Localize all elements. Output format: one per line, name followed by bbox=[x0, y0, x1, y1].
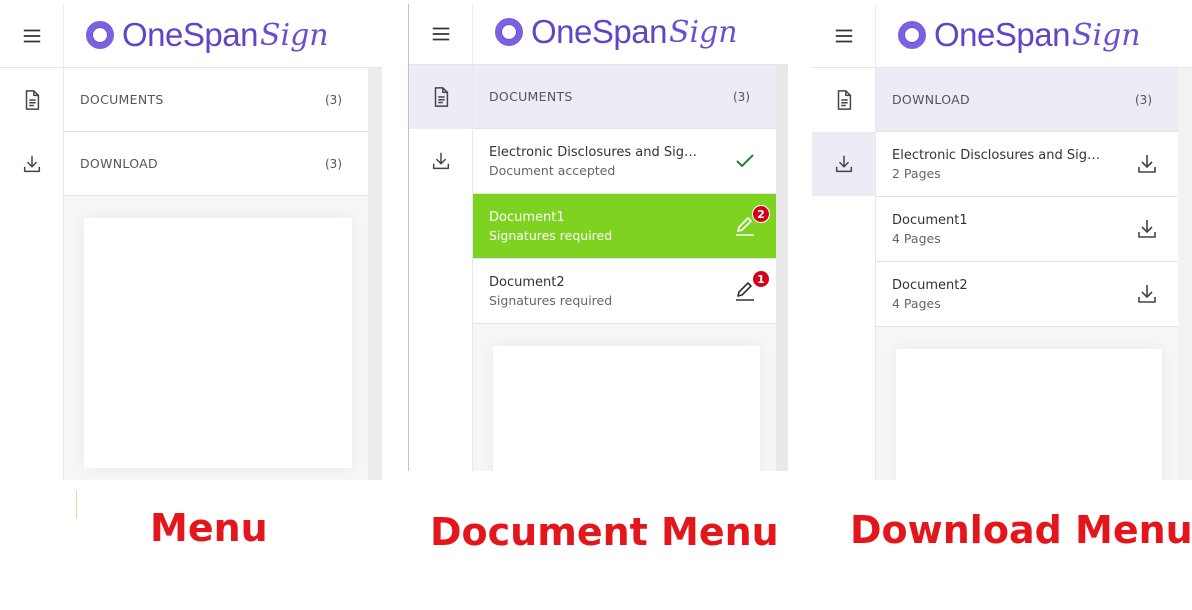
download-icon bbox=[432, 152, 449, 170]
document-name: Document1 bbox=[489, 209, 565, 225]
hamburger-button[interactable] bbox=[0, 4, 64, 67]
document-name: Document2 bbox=[892, 277, 968, 293]
app-header: OneSpan Sign bbox=[409, 4, 788, 65]
section-count: (3) bbox=[325, 92, 342, 107]
document-icon bbox=[434, 87, 448, 107]
hamburger-button[interactable] bbox=[812, 4, 876, 67]
download-list-content: DOWNLOAD (3) Electronic Disclosures and … bbox=[876, 68, 1192, 480]
download-document-button[interactable] bbox=[1134, 216, 1160, 242]
rail-documents-button[interactable] bbox=[812, 68, 875, 132]
rail-documents-button[interactable] bbox=[0, 68, 63, 132]
download-icon bbox=[1138, 220, 1156, 238]
onespan-logo: OneSpan Sign bbox=[898, 13, 1141, 57]
hamburger-icon bbox=[432, 27, 449, 41]
download-icon bbox=[1138, 285, 1156, 303]
document-text: Document1 4 Pages bbox=[892, 213, 968, 246]
document-text: Document1 Signatures required bbox=[489, 210, 612, 243]
download-item[interactable]: Electronic Disclosures and Signatures Co… bbox=[876, 132, 1178, 197]
document-list-content: DOCUMENTS (3) Electronic Disclosures and… bbox=[473, 65, 788, 471]
side-rail bbox=[812, 68, 876, 480]
page-count: 4 Pages bbox=[892, 295, 941, 311]
side-rail bbox=[0, 68, 64, 480]
download-item[interactable]: Document1 4 Pages bbox=[876, 197, 1178, 262]
documents-section-header[interactable]: DOCUMENTS (3) bbox=[473, 65, 776, 129]
hamburger-icon bbox=[23, 29, 40, 42]
page-count: 2 Pages bbox=[892, 165, 941, 181]
download-section-header[interactable]: DOWNLOAD (3) bbox=[64, 132, 368, 196]
document-preview-placeholder bbox=[493, 346, 760, 471]
menu-content: DOCUMENTS (3) DOWNLOAD (3) bbox=[64, 68, 382, 480]
rail-documents-button[interactable] bbox=[409, 65, 472, 129]
section-title: DOCUMENTS bbox=[80, 92, 164, 107]
page-count: 4 Pages bbox=[892, 230, 941, 246]
section-count: (3) bbox=[1135, 92, 1152, 107]
document-preview-placeholder bbox=[84, 218, 352, 468]
onespan-logo: OneSpan Sign bbox=[495, 10, 738, 54]
divider-mark bbox=[76, 491, 77, 519]
document-text: Electronic Disclosures and Signatures Co… bbox=[892, 148, 1106, 181]
document-name: Document2 bbox=[489, 274, 565, 290]
download-icon bbox=[835, 155, 852, 173]
signature-count-badge: 1 bbox=[752, 270, 770, 288]
document-status: Document accepted bbox=[489, 162, 616, 178]
document-status-indicator bbox=[732, 148, 758, 174]
app-header: OneSpan Sign bbox=[0, 4, 382, 68]
document-preview-placeholder bbox=[896, 349, 1162, 480]
section-count: (3) bbox=[733, 89, 750, 104]
app-header: OneSpan Sign bbox=[812, 4, 1192, 68]
document-icon bbox=[25, 90, 39, 110]
section-title: DOWNLOAD bbox=[892, 92, 970, 107]
document-icon bbox=[837, 90, 851, 110]
document-item-current[interactable]: Document1 Signatures required 2 bbox=[473, 194, 776, 259]
logo-ring-icon bbox=[495, 18, 523, 46]
document-status: Signatures required bbox=[489, 227, 613, 243]
caption-download-menu: Download Menu bbox=[850, 508, 1192, 552]
download-item[interactable]: Document2 4 Pages bbox=[876, 262, 1178, 327]
side-rail bbox=[409, 65, 473, 471]
document-name: Electronic Disclosures and Signatures Co… bbox=[489, 144, 703, 160]
signature-count-badge: 2 bbox=[752, 205, 770, 223]
logo-ring-icon bbox=[86, 21, 114, 49]
download-icon bbox=[1138, 155, 1156, 173]
document-name: Document1 bbox=[892, 212, 968, 228]
document-status: Signatures required bbox=[489, 292, 613, 308]
download-menu-panel: OneSpan Sign DOWNLOAD (3) Electronic Dis… bbox=[812, 4, 1192, 480]
logo-script-text: Sign bbox=[668, 14, 738, 50]
logo-text: OneSpan bbox=[122, 16, 258, 53]
document-text: Document2 4 Pages bbox=[892, 278, 968, 311]
onespan-logo: OneSpan Sign bbox=[86, 13, 329, 57]
sign-indicator: 1 bbox=[732, 270, 770, 304]
documents-section-header[interactable]: DOCUMENTS (3) bbox=[64, 68, 368, 132]
logo-script-text: Sign bbox=[259, 17, 329, 53]
section-count: (3) bbox=[325, 156, 342, 171]
check-icon bbox=[736, 154, 754, 168]
document-name: Electronic Disclosures and Signatures Co… bbox=[892, 147, 1106, 163]
caption-menu: Menu bbox=[150, 506, 268, 550]
download-document-button[interactable] bbox=[1134, 281, 1160, 307]
sign-indicator: 2 bbox=[732, 205, 770, 239]
logo-text: OneSpan bbox=[934, 16, 1070, 53]
download-icon bbox=[23, 155, 40, 173]
hamburger-button[interactable] bbox=[409, 4, 473, 64]
logo-text: OneSpan bbox=[531, 13, 667, 50]
caption-document-menu: Document Menu bbox=[430, 510, 779, 554]
document-text: Electronic Disclosures and Signatures Co… bbox=[489, 145, 703, 178]
rail-download-button[interactable] bbox=[0, 132, 63, 196]
document-item[interactable]: Electronic Disclosures and Signatures Co… bbox=[473, 129, 776, 194]
document-text: Document2 Signatures required bbox=[489, 275, 612, 308]
document-item[interactable]: Document2 Signatures required 1 bbox=[473, 259, 776, 324]
section-title: DOWNLOAD bbox=[80, 156, 158, 171]
download-section-header[interactable]: DOWNLOAD (3) bbox=[876, 68, 1178, 132]
logo-script-text: Sign bbox=[1071, 17, 1141, 53]
document-menu-panel: OneSpan Sign DOCUMENTS (3) Electronic Di… bbox=[408, 4, 788, 471]
section-title: DOCUMENTS bbox=[489, 89, 573, 104]
hamburger-icon bbox=[835, 29, 852, 42]
menu-panel: OneSpan Sign DOCUMENTS (3) DOWNLOAD (3) bbox=[0, 4, 382, 480]
logo-ring-icon bbox=[898, 21, 926, 49]
rail-download-button[interactable] bbox=[409, 129, 472, 193]
rail-download-button[interactable] bbox=[812, 132, 875, 196]
download-document-button[interactable] bbox=[1134, 151, 1160, 177]
